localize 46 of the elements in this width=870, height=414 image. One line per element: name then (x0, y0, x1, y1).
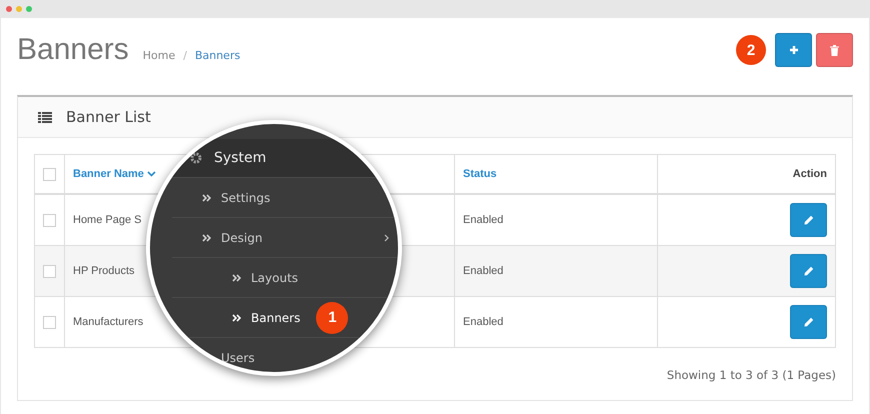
menu-item[interactable]: Settings (172, 177, 398, 217)
edit-button[interactable] (790, 305, 827, 339)
plus-icon (788, 45, 798, 55)
pencil-icon (804, 266, 814, 276)
trash-icon (830, 44, 839, 56)
banner-name: Home Page S (73, 214, 142, 226)
gear-icon (190, 152, 202, 164)
pagination-text: Showing 1 to 3 of 3 (1 Pages) (666, 368, 836, 382)
menu-item[interactable]: Design (172, 217, 398, 257)
status-text: Enabled (463, 265, 504, 277)
pencil-icon (804, 215, 814, 225)
double-chevron-icon (232, 314, 241, 322)
column-header[interactable]: Action (792, 168, 827, 180)
status-text: Enabled (463, 214, 504, 226)
breadcrumb-link[interactable]: Banners (194, 48, 240, 62)
add-button[interactable] (775, 33, 812, 67)
close-dot[interactable] (6, 6, 12, 12)
column-header[interactable]: Status (463, 168, 497, 180)
menu-title[interactable]: System (214, 150, 266, 166)
callout-badge: 2 (736, 35, 766, 65)
page-title: Banners (17, 33, 129, 67)
status-text: Enabled (463, 316, 504, 328)
edit-button[interactable] (790, 203, 827, 237)
banner-name: HP Products (73, 265, 135, 277)
checkbox[interactable] (43, 316, 56, 328)
panel-title: Banner List (66, 108, 151, 126)
callout-badge: 1 (316, 302, 348, 334)
menu-item[interactable]: Banners 1 (172, 297, 398, 337)
pencil-icon (804, 317, 814, 327)
menu-item[interactable]: Users (172, 337, 398, 372)
edit-button[interactable] (790, 254, 827, 288)
double-chevron-icon (202, 194, 211, 202)
double-chevron-icon (202, 234, 211, 242)
checkbox[interactable] (43, 264, 56, 278)
menu-item[interactable]: Layouts (172, 257, 398, 297)
delete-button[interactable] (816, 33, 853, 67)
banner-name: Manufacturers (73, 316, 144, 328)
double-chevron-icon (232, 274, 241, 282)
minimize-dot[interactable] (16, 6, 22, 12)
maximize-dot[interactable] (26, 6, 32, 12)
column-header[interactable]: Banner Name (73, 168, 144, 180)
breadcrumb-link[interactable]: Home (142, 48, 176, 62)
checkbox[interactable] (43, 214, 56, 226)
list-icon (38, 112, 52, 122)
checkbox[interactable] (43, 168, 56, 180)
breadcrumb-separator: / (183, 48, 187, 62)
